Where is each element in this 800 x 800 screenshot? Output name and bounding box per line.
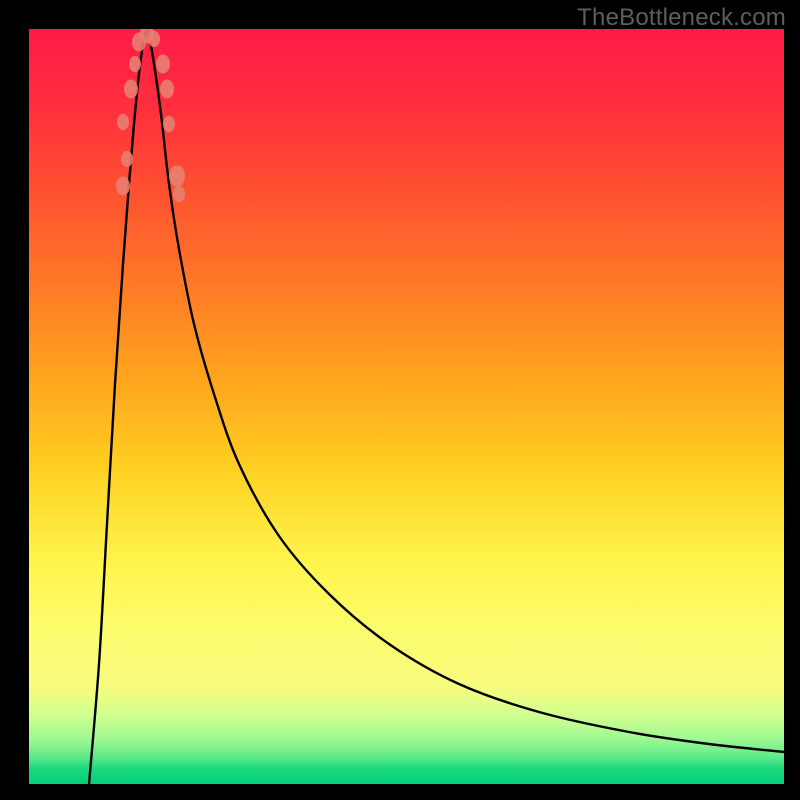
chart-frame: TheBottleneck.com <box>0 0 800 800</box>
data-marker <box>116 177 130 196</box>
data-marker <box>117 114 129 130</box>
plot-area <box>29 29 784 784</box>
bottleneck-curve <box>89 31 784 784</box>
data-marker <box>156 55 170 74</box>
watermark-text: TheBottleneck.com <box>577 4 786 32</box>
data-marker <box>169 165 185 187</box>
curve-layer <box>29 29 784 784</box>
data-marker <box>148 31 160 47</box>
data-marker <box>163 116 175 132</box>
data-marker <box>173 186 185 202</box>
data-marker <box>160 80 174 99</box>
data-marker <box>121 151 133 167</box>
data-marker <box>124 80 138 99</box>
data-marker <box>129 56 141 72</box>
data-markers <box>116 29 185 202</box>
